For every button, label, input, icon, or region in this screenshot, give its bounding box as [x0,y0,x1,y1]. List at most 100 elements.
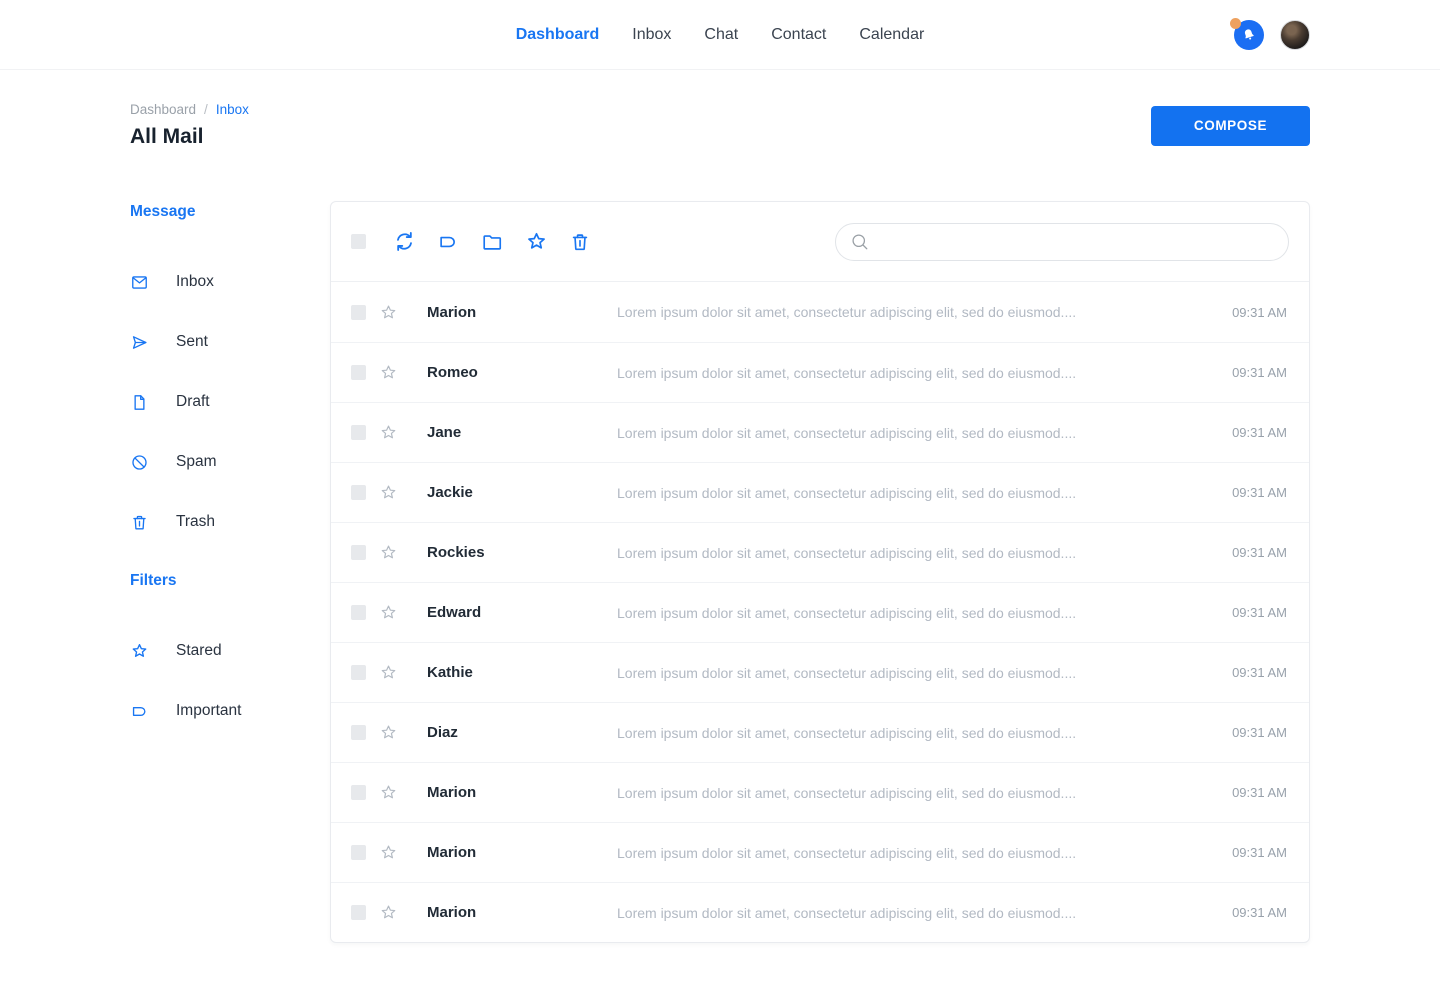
refresh-button[interactable] [392,230,416,254]
received-time: 09:31 AM [1197,365,1287,380]
sender-name: Marion [427,844,607,861]
sender-name: Marion [427,784,607,801]
sidebar-item-draft[interactable]: Draft [130,372,330,432]
star-icon [130,641,149,661]
mail-row[interactable]: Diaz Lorem ipsum dolor sit amet, consect… [331,702,1309,762]
breadcrumb: Dashboard / Inbox [130,102,249,117]
message-preview: Lorem ipsum dolor sit amet, consectetur … [607,725,1197,741]
bell-icon [1239,25,1259,45]
row-checkbox[interactable] [351,425,366,440]
received-time: 09:31 AM [1197,545,1287,560]
mail-list: Marion Lorem ipsum dolor sit amet, conse… [331,282,1309,942]
nav-inbox[interactable]: Inbox [632,0,671,70]
star-outline-icon [379,663,398,682]
mail-row[interactable]: Rockies Lorem ipsum dolor sit amet, cons… [331,522,1309,582]
star-toggle[interactable] [379,363,398,382]
star-button[interactable] [524,230,548,254]
star-outline-icon [379,483,398,502]
star-toggle[interactable] [379,903,398,922]
top-header: Dashboard Inbox Chat Contact Calendar [0,0,1440,70]
mail-row[interactable]: Jane Lorem ipsum dolor sit amet, consect… [331,402,1309,462]
sender-name: Romeo [427,364,607,381]
mail-row[interactable]: Kathie Lorem ipsum dolor sit amet, conse… [331,642,1309,702]
app-root: Dashboard Inbox Chat Contact Calendar Da… [0,0,1440,943]
star-toggle[interactable] [379,603,398,622]
row-checkbox[interactable] [351,665,366,680]
sidebar-item-sent[interactable]: Sent [130,312,330,372]
message-preview: Lorem ipsum dolor sit amet, consectetur … [607,485,1197,501]
nav-dashboard[interactable]: Dashboard [516,0,600,70]
sender-name: Rockies [427,544,607,561]
main-nav: Dashboard Inbox Chat Contact Calendar [516,0,925,70]
message-preview: Lorem ipsum dolor sit amet, consectetur … [607,905,1197,921]
sender-name: Edward [427,604,607,621]
search-input[interactable] [879,234,1274,250]
star-toggle[interactable] [379,423,398,442]
received-time: 09:31 AM [1197,665,1287,680]
compose-button[interactable]: COMPOSE [1151,106,1310,146]
user-avatar[interactable] [1280,20,1310,50]
refresh-icon [393,230,416,253]
folder-button[interactable] [480,230,504,254]
envelope-icon [130,273,149,292]
mail-row[interactable]: Jackie Lorem ipsum dolor sit amet, conse… [331,462,1309,522]
row-checkbox[interactable] [351,725,366,740]
mail-row[interactable]: Marion Lorem ipsum dolor sit amet, conse… [331,882,1309,942]
star-outline-icon [379,843,398,862]
received-time: 09:31 AM [1197,845,1287,860]
received-time: 09:31 AM [1197,305,1287,320]
row-checkbox[interactable] [351,305,366,320]
sidebar-item-label: Sent [176,333,208,351]
message-preview: Lorem ipsum dolor sit amet, consectetur … [607,785,1197,801]
received-time: 09:31 AM [1197,905,1287,920]
draft-file-icon [130,393,149,412]
nav-chat[interactable]: Chat [704,0,738,70]
row-checkbox[interactable] [351,545,366,560]
sidebar-item-label: Important [176,702,241,720]
mail-row[interactable]: Romeo Lorem ipsum dolor sit amet, consec… [331,342,1309,402]
send-icon [130,333,149,352]
row-checkbox[interactable] [351,785,366,800]
star-toggle[interactable] [379,543,398,562]
message-preview: Lorem ipsum dolor sit amet, consectetur … [607,425,1197,441]
star-toggle[interactable] [379,723,398,742]
mail-row[interactable]: Marion Lorem ipsum dolor sit amet, conse… [331,282,1309,342]
label-button[interactable] [436,230,460,254]
search-icon [850,232,870,252]
sidebar-filters-list: Stared Important [130,621,330,741]
sender-name: Diaz [427,724,607,741]
sidebar-section-filters: Filters [130,572,330,592]
sidebar-item-stared[interactable]: Stared [130,621,330,681]
sidebar-item-important[interactable]: Important [130,681,330,741]
received-time: 09:31 AM [1197,425,1287,440]
header-right [1234,0,1310,70]
sender-name: Jackie [427,484,607,501]
mail-row[interactable]: Edward Lorem ipsum dolor sit amet, conse… [331,582,1309,642]
breadcrumb-inbox[interactable]: Inbox [216,102,249,117]
breadcrumb-dashboard[interactable]: Dashboard [130,102,196,117]
sidebar-item-inbox[interactable]: Inbox [130,252,330,312]
star-toggle[interactable] [379,783,398,802]
star-toggle[interactable] [379,843,398,862]
row-checkbox[interactable] [351,905,366,920]
row-checkbox[interactable] [351,365,366,380]
sidebar-item-trash[interactable]: Trash [130,492,330,552]
delete-button[interactable] [568,230,592,254]
select-all-checkbox[interactable] [351,234,366,249]
notifications-button[interactable] [1234,20,1264,50]
sidebar-item-label: Trash [176,513,215,531]
row-checkbox[interactable] [351,845,366,860]
star-outline-icon [379,603,398,622]
nav-calendar[interactable]: Calendar [859,0,924,70]
star-toggle[interactable] [379,483,398,502]
sidebar-item-spam[interactable]: Spam [130,432,330,492]
nav-contact[interactable]: Contact [771,0,826,70]
mail-row[interactable]: Marion Lorem ipsum dolor sit amet, conse… [331,762,1309,822]
row-checkbox[interactable] [351,605,366,620]
row-checkbox[interactable] [351,485,366,500]
star-outline-icon [379,363,398,382]
star-toggle[interactable] [379,663,398,682]
mail-row[interactable]: Marion Lorem ipsum dolor sit amet, conse… [331,822,1309,882]
star-toggle[interactable] [379,303,398,322]
star-outline-icon [379,783,398,802]
